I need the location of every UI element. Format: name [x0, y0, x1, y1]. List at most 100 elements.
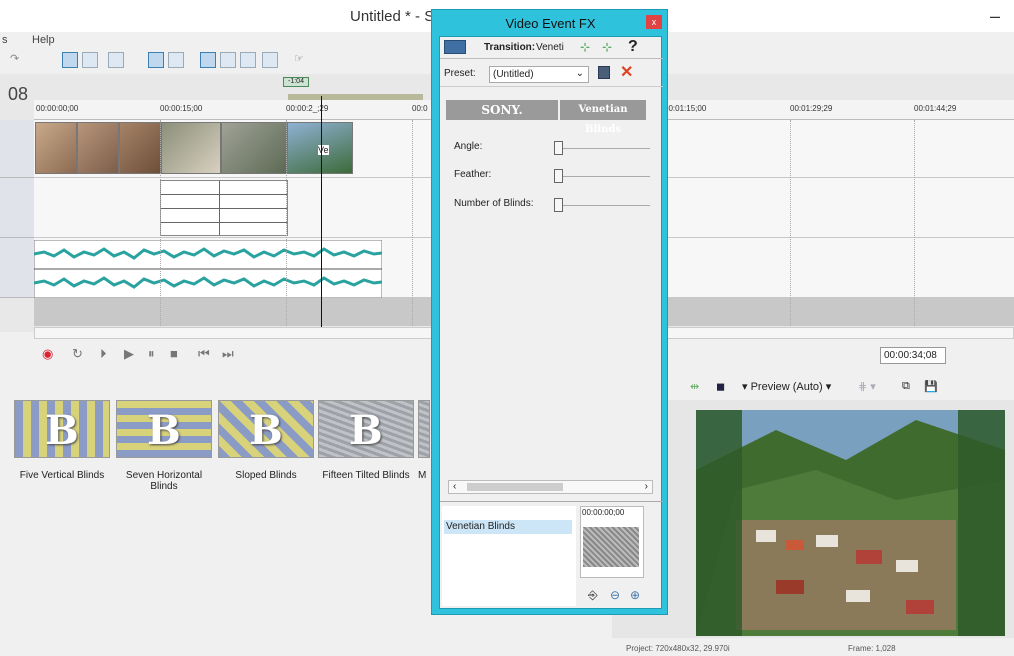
preview-mode-dropdown[interactable]: ▾ Preview (Auto) ▾ — [742, 380, 831, 393]
zoom-icon[interactable] — [262, 52, 278, 68]
dialog-scrollbar[interactable]: ‹ › — [448, 480, 653, 494]
toolbar: ↷ ☞ — [0, 50, 430, 72]
keyframe-time: 00:00:00;00 — [582, 508, 625, 517]
next-frame-icon[interactable]: ⏭ — [222, 346, 234, 362]
ruler-timecode: 00:01:29;29 — [790, 104, 833, 113]
prev-frame-icon[interactable]: ⏮ — [198, 346, 210, 362]
fx-header: Transition: Veneti ⊹ ⊹ ? — [440, 37, 663, 59]
sony-tab[interactable]: SONY. — [446, 100, 558, 120]
normal-edit-tool-icon[interactable] — [62, 52, 78, 68]
ruler-timecode: 00:00:00;00 — [36, 104, 79, 113]
menu-item-help[interactable]: Help — [32, 34, 55, 46]
help-icon[interactable]: ? — [628, 38, 638, 56]
lock-envelopes-icon[interactable] — [220, 52, 236, 68]
transition-thumbnail — [418, 400, 430, 458]
scroll-thumb[interactable] — [467, 483, 563, 491]
video-clip[interactable] — [77, 122, 119, 174]
transition-label: Sloped Blinds — [235, 470, 297, 481]
transition-preset[interactable]: B Seven Horizontal Blinds — [116, 400, 216, 492]
feather-slider-track[interactable] — [554, 176, 650, 177]
track-header-video-2[interactable] — [0, 178, 34, 238]
transition-thumbnail: B — [218, 400, 314, 458]
fx-list: Venetian Blinds — [442, 506, 576, 606]
overlays-icon[interactable]: ⋕ ▾ — [858, 380, 876, 393]
effect-tab[interactable]: Venetian Blinds — [560, 100, 646, 135]
record-icon[interactable]: ◉ — [42, 346, 53, 362]
prev-keyframe-icon[interactable]: ⊖ — [610, 588, 620, 602]
playhead-cursor[interactable] — [321, 96, 322, 328]
track-header-audio[interactable] — [0, 238, 34, 298]
transition-thumbnail: B — [318, 400, 414, 458]
number-of-blinds-slider-track[interactable] — [554, 205, 650, 206]
transition-preset[interactable]: M — [418, 400, 430, 481]
loop-icon[interactable]: ↻ — [72, 346, 83, 362]
video-clip[interactable] — [35, 122, 77, 174]
preview-mode-label: Preview (Auto) — [750, 381, 823, 393]
next-keyframe-icon[interactable]: ⊕ — [630, 588, 640, 602]
delete-preset-icon[interactable]: ✕ — [620, 62, 633, 82]
snap-icon[interactable] — [148, 52, 164, 68]
menu-item-tools[interactable]: s — [2, 34, 8, 46]
transition-label: Fifteen Tilted Blinds — [322, 470, 410, 481]
play-from-start-icon[interactable]: ⏵ — [100, 346, 107, 362]
preset-value: (Untitled) — [493, 69, 534, 80]
save-preset-icon[interactable] — [598, 66, 610, 79]
feather-slider[interactable] — [554, 169, 563, 183]
save-snapshot-icon[interactable]: 💾 — [924, 380, 938, 393]
preset-label: Preset: — [444, 68, 476, 79]
number-of-blinds-slider[interactable] — [554, 198, 563, 212]
minimize-button[interactable]: – — [990, 6, 1000, 27]
marker[interactable]: -1:04 — [283, 77, 309, 87]
split-icon[interactable] — [108, 52, 124, 68]
fx-list-item[interactable]: Venetian Blinds — [444, 520, 572, 534]
envelope-tool-icon[interactable] — [82, 52, 98, 68]
ripple-icon[interactable] — [200, 52, 216, 68]
preset-row: Preset: (Untitled) ⌄ ✕ — [440, 61, 663, 87]
angle-slider[interactable] — [554, 141, 563, 155]
play-icon[interactable]: ▶ — [124, 346, 134, 362]
number-of-blinds-label: Number of Blinds: — [454, 198, 534, 209]
track-header-video[interactable] — [0, 120, 34, 178]
pause-icon[interactable]: ⏸ — [148, 346, 155, 362]
audio-waveform[interactable] — [34, 240, 382, 298]
close-button[interactable]: x — [646, 15, 662, 29]
pointer-icon[interactable]: ☞ — [294, 52, 310, 68]
scroll-right-icon[interactable]: › — [645, 481, 648, 492]
angle-label: Angle: — [454, 141, 483, 152]
preset-dropdown[interactable]: (Untitled) ⌄ — [489, 66, 589, 83]
auto-crossfade-icon[interactable] — [168, 52, 184, 68]
transition-label: Transition: — [484, 42, 536, 53]
keyframe-controller[interactable]: 00:00:00;00 — [580, 506, 644, 578]
ruler-timecode: 00:00:15;00 — [160, 104, 203, 113]
preview-image — [696, 410, 1005, 636]
video-clip[interactable] — [119, 122, 161, 174]
video-clip[interactable] — [161, 122, 221, 174]
frame-counter: 08 — [8, 84, 29, 104]
preview-quality-icon[interactable]: ◼ — [716, 380, 725, 393]
redo-icon[interactable]: ↷ — [10, 52, 26, 68]
transition-region[interactable] — [160, 180, 288, 236]
video-clip[interactable]: Ve — [287, 122, 353, 174]
fx-chain-icon[interactable] — [444, 40, 466, 54]
keyframe-track[interactable] — [583, 527, 639, 567]
transition-label: Five Vertical Blinds — [19, 470, 105, 481]
stop-icon[interactable]: ■ — [170, 346, 178, 361]
transition-preset[interactable]: B Sloped Blinds — [218, 400, 318, 481]
video-clip[interactable] — [221, 122, 287, 174]
ignore-grouping-icon[interactable] — [240, 52, 256, 68]
transition-preset[interactable]: B Fifteen Tilted Blinds — [318, 400, 418, 481]
keyframe-add-icon[interactable]: ⎆ — [588, 588, 598, 603]
copy-snapshot-icon[interactable]: ⧉ — [902, 380, 910, 393]
ruler-timecode: 00:0 — [412, 104, 428, 113]
split-screen-icon[interactable]: ⇹ — [690, 380, 699, 393]
app-title: Untitled * - S — [350, 8, 435, 25]
remove-fx-icon[interactable]: ⊹ — [602, 40, 612, 54]
transition-preset[interactable]: B Five Vertical Blinds — [14, 400, 114, 481]
status-bar: Project: 720x480x32, 29.970i Frame: 1,02… — [612, 644, 1014, 656]
add-fx-icon[interactable]: ⊹ — [580, 40, 590, 54]
timecode-display[interactable]: 00:00:34;08 — [880, 347, 946, 364]
transition-label: Seven Horizontal Blinds — [125, 470, 203, 492]
angle-slider-track[interactable] — [554, 148, 650, 149]
scroll-left-icon[interactable]: ‹ — [453, 481, 456, 492]
keyframe-panel: Venetian Blinds 00:00:00;00 ⎆ ⊖ ⊕ — [440, 501, 663, 610]
